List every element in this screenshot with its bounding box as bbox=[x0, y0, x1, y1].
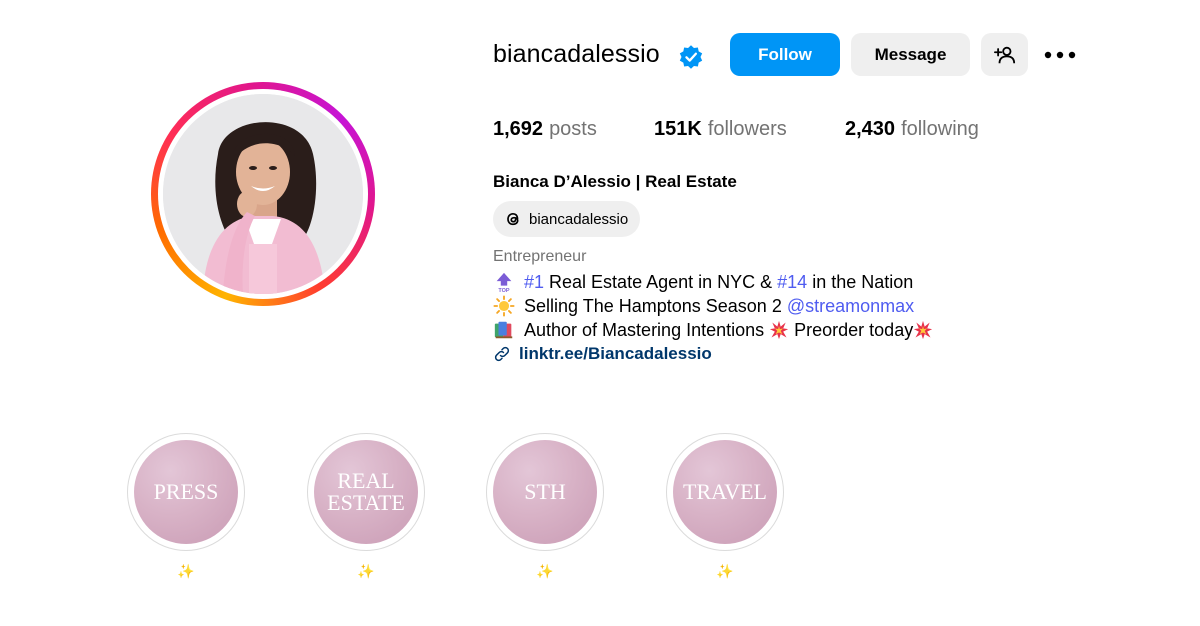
following-count: 2,430 bbox=[845, 118, 896, 140]
bio-text: Selling The Hamptons Season 2 bbox=[524, 295, 782, 316]
bio-line-book: Author of Mastering Intentions Preorder … bbox=[493, 319, 933, 341]
followers-count: 151K bbox=[654, 118, 702, 140]
linktree-link[interactable]: linktr.ee/Biancadalessio bbox=[519, 344, 712, 364]
follow-button[interactable]: Follow bbox=[730, 33, 840, 76]
threads-icon bbox=[507, 212, 519, 226]
more-options-button[interactable] bbox=[1038, 35, 1082, 75]
followers-label: followers bbox=[707, 118, 787, 140]
hashtag-rank-1[interactable]: #1 bbox=[524, 272, 544, 293]
story-highlight-sth[interactable]: STH ✨ bbox=[486, 433, 604, 580]
bio-text: Real Estate Agent in NYC & bbox=[549, 271, 773, 292]
story-highlight-real-estate[interactable]: REAL ESTATE ✨ bbox=[307, 433, 425, 580]
profile-category: Entrepreneur bbox=[493, 248, 587, 265]
highlight-title: ✨ bbox=[716, 563, 734, 579]
highlight-cover: PRESS bbox=[134, 440, 238, 544]
highlight-cover-text: ESTATE bbox=[327, 490, 405, 515]
add-user-icon bbox=[993, 46, 1015, 63]
mention-streamonmax[interactable]: @streamonmax bbox=[787, 296, 914, 317]
following-label: following bbox=[901, 118, 979, 140]
collision-icon bbox=[769, 320, 789, 340]
bio-line-show: Selling The Hamptons Season 2 @streamonm… bbox=[493, 295, 914, 317]
avatar bbox=[163, 94, 363, 294]
highlight-ring: REAL ESTATE bbox=[307, 433, 425, 551]
bio-text: Preorder today bbox=[794, 319, 914, 340]
posts-count-stat: 1,692 posts bbox=[493, 118, 597, 141]
bio-external-link[interactable]: linktr.ee/Biancadalessio bbox=[493, 344, 712, 364]
followers-count-stat[interactable]: 151K followers bbox=[654, 118, 787, 141]
highlight-cover-text: STH bbox=[524, 479, 566, 504]
highlight-ring: STH bbox=[486, 433, 604, 551]
svg-text:TOP: TOP bbox=[498, 288, 510, 293]
highlight-cover: REAL ESTATE bbox=[314, 440, 418, 544]
hashtag-rank-14[interactable]: #14 bbox=[777, 272, 807, 293]
highlight-ring: TRAVEL bbox=[666, 433, 784, 551]
verified-badge-icon bbox=[679, 45, 703, 69]
profile-full-name: Bianca D’Alessio | Real Estate bbox=[493, 172, 737, 191]
top-arrow-icon: TOP bbox=[496, 272, 512, 293]
highlight-title: ✨ bbox=[177, 563, 195, 579]
message-button[interactable]: Message bbox=[851, 33, 970, 76]
bio-line-ranking: TOP #1 Real Estate Agent in NYC & #14 in… bbox=[493, 271, 913, 293]
highlight-title: ✨ bbox=[357, 563, 375, 579]
profile-username: biancadalessio bbox=[493, 40, 660, 68]
threads-handle: biancadalessio bbox=[529, 210, 629, 228]
highlight-title: ✨ bbox=[536, 563, 554, 579]
story-highlight-press[interactable]: PRESS ✨ bbox=[127, 433, 245, 580]
highlight-cover: TRAVEL bbox=[673, 440, 777, 544]
highlight-cover: STH bbox=[493, 440, 597, 544]
story-highlight-travel[interactable]: TRAVEL ✨ bbox=[666, 433, 784, 580]
profile-avatar-story-ring[interactable] bbox=[151, 82, 375, 306]
following-count-stat[interactable]: 2,430 following bbox=[845, 118, 979, 141]
posts-label: posts bbox=[549, 118, 597, 140]
link-icon bbox=[494, 346, 510, 362]
highlight-ring: PRESS bbox=[127, 433, 245, 551]
suggest-accounts-button[interactable] bbox=[981, 33, 1028, 76]
posts-count: 1,692 bbox=[493, 118, 544, 140]
collision-icon bbox=[914, 320, 933, 340]
books-icon bbox=[494, 321, 513, 339]
highlight-cover-text: REAL bbox=[337, 468, 395, 493]
highlight-cover-text: PRESS bbox=[153, 479, 219, 504]
more-options-icon bbox=[1044, 51, 1076, 59]
highlight-cover-text: TRAVEL bbox=[683, 479, 767, 504]
avatar-inner-border bbox=[158, 89, 368, 299]
bio-text: in the Nation bbox=[812, 271, 914, 292]
sun-icon bbox=[493, 295, 515, 317]
threads-profile-link[interactable]: biancadalessio bbox=[493, 201, 641, 237]
bio-text: Author of Mastering Intentions bbox=[524, 319, 765, 340]
